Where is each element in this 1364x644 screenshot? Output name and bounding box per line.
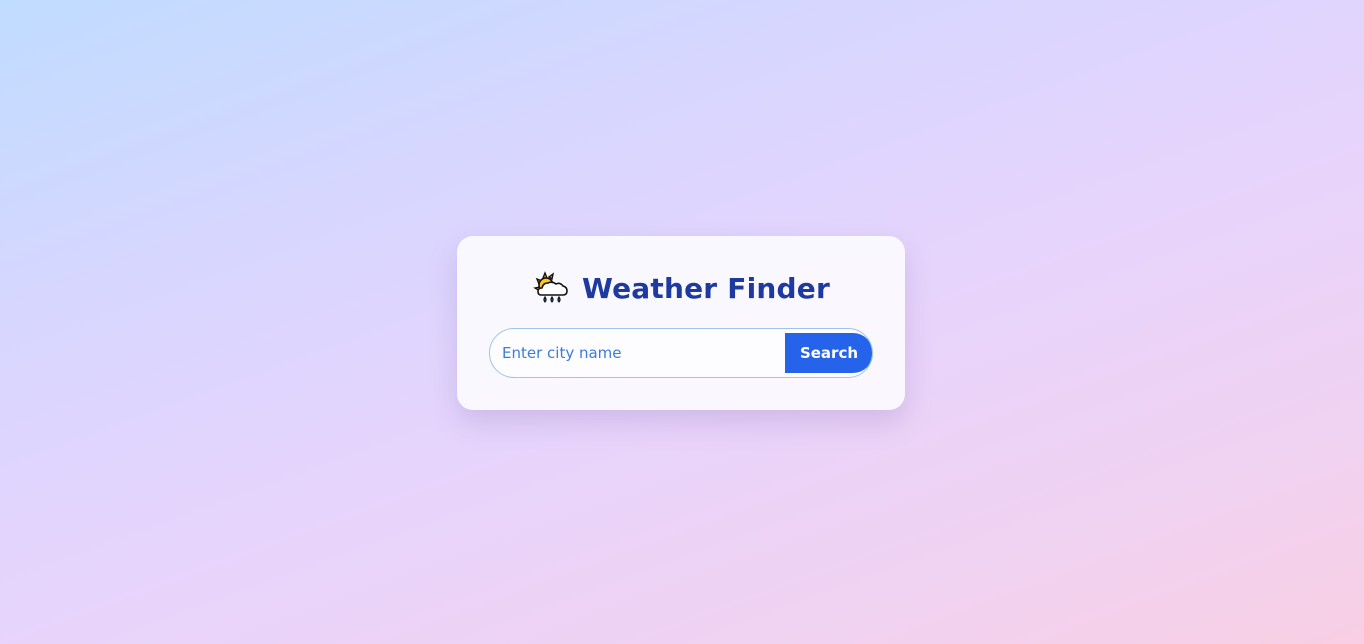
search-bar: Search: [489, 328, 873, 378]
card-header: Weather Finder: [457, 266, 905, 310]
search-button[interactable]: Search: [785, 333, 872, 373]
city-search-input[interactable]: [490, 329, 784, 377]
sun-behind-rain-cloud-icon: [532, 269, 570, 307]
weather-card: Weather Finder Search: [457, 236, 905, 410]
app-title: Weather Finder: [582, 271, 830, 305]
page: Weather Finder Search: [0, 0, 1364, 644]
